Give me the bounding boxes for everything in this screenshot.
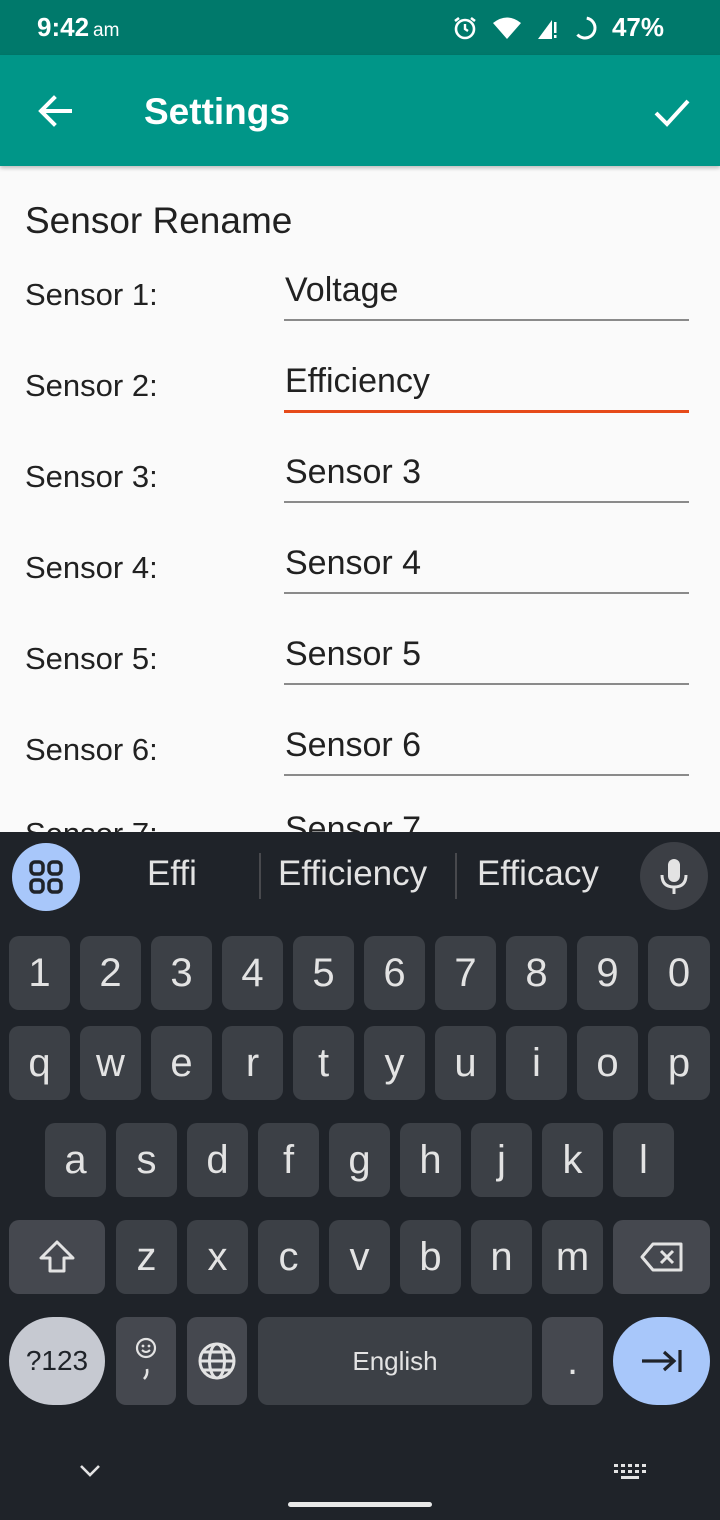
hide-keyboard-chevron-icon[interactable] bbox=[76, 1460, 104, 1480]
battery-saver-icon bbox=[573, 16, 597, 39]
status-bar: 9:42 am 47% bbox=[0, 0, 720, 55]
voice-input-button[interactable] bbox=[640, 842, 708, 910]
key-k[interactable]: k bbox=[542, 1123, 603, 1197]
language-key[interactable] bbox=[187, 1317, 247, 1405]
emoji-comma-icon bbox=[135, 1337, 157, 1380]
suggestion-1[interactable]: Effi bbox=[147, 854, 197, 894]
clock-ampm: am bbox=[93, 20, 120, 41]
backspace-key[interactable] bbox=[613, 1220, 710, 1294]
sensor-6-input[interactable]: Sensor 6 bbox=[284, 726, 689, 776]
key-j[interactable]: j bbox=[471, 1123, 532, 1197]
space-bar[interactable]: English bbox=[258, 1317, 532, 1405]
key-c[interactable]: c bbox=[258, 1220, 319, 1294]
sensor-1-label: Sensor 1: bbox=[25, 277, 158, 312]
key-w[interactable]: w bbox=[80, 1026, 141, 1100]
key-h[interactable]: h bbox=[400, 1123, 461, 1197]
app-bar: Settings bbox=[0, 55, 720, 166]
key-1[interactable]: 1 bbox=[9, 936, 70, 1010]
shift-key[interactable] bbox=[9, 1220, 105, 1294]
sensor-3-input[interactable]: Sensor 3 bbox=[284, 453, 689, 503]
emoji-comma-key[interactable] bbox=[116, 1317, 176, 1405]
soft-keyboard: Effi Efficiency Efficacy 1 2 3 4 5 6 7 8… bbox=[0, 832, 720, 1520]
sensor-6-label: Sensor 6: bbox=[25, 732, 158, 767]
key-g[interactable]: g bbox=[329, 1123, 390, 1197]
sensor-4-value: Sensor 4 bbox=[285, 544, 422, 582]
key-s[interactable]: s bbox=[116, 1123, 177, 1197]
status-icons: 47% bbox=[452, 12, 664, 43]
status-time: 9:42 am bbox=[37, 12, 119, 43]
key-m[interactable]: m bbox=[542, 1220, 603, 1294]
key-u[interactable]: u bbox=[435, 1026, 496, 1100]
sensor-6-value: Sensor 6 bbox=[285, 726, 422, 764]
key-5[interactable]: 5 bbox=[293, 936, 354, 1010]
key-t[interactable]: t bbox=[293, 1026, 354, 1100]
sensor-2-label: Sensor 2: bbox=[25, 368, 158, 403]
sensor-5-label: Sensor 5: bbox=[25, 641, 158, 676]
battery-percent: 47% bbox=[611, 12, 664, 42]
sensor-3-value: Sensor 3 bbox=[285, 453, 422, 491]
sensor-5-value: Sensor 5 bbox=[285, 635, 422, 673]
key-y[interactable]: y bbox=[364, 1026, 425, 1100]
key-f[interactable]: f bbox=[258, 1123, 319, 1197]
sensor-4-input[interactable]: Sensor 4 bbox=[284, 544, 689, 594]
key-l[interactable]: l bbox=[613, 1123, 674, 1197]
microphone-icon bbox=[660, 859, 688, 894]
key-z[interactable]: z bbox=[116, 1220, 177, 1294]
tab-next-icon bbox=[641, 1350, 682, 1372]
symbols-key[interactable]: ?123 bbox=[9, 1317, 105, 1405]
gesture-nav-handle[interactable] bbox=[288, 1502, 432, 1507]
key-7[interactable]: 7 bbox=[435, 936, 496, 1010]
globe-icon bbox=[198, 1342, 236, 1380]
sensor-1-input[interactable]: Voltage bbox=[284, 271, 689, 321]
wifi-icon bbox=[492, 17, 521, 39]
sensor-5-input[interactable]: Sensor 5 bbox=[284, 635, 689, 685]
key-q[interactable]: q bbox=[9, 1026, 70, 1100]
key-i[interactable]: i bbox=[506, 1026, 567, 1100]
key-n[interactable]: n bbox=[471, 1220, 532, 1294]
key-e[interactable]: e bbox=[151, 1026, 212, 1100]
key-3[interactable]: 3 bbox=[151, 936, 212, 1010]
sensor-3-label: Sensor 3: bbox=[25, 459, 158, 494]
page-title: Settings bbox=[144, 91, 290, 132]
key-v[interactable]: v bbox=[329, 1220, 390, 1294]
sensor-4-label: Sensor 4: bbox=[25, 550, 158, 585]
sensor-1-value: Voltage bbox=[285, 271, 399, 309]
suggestion-divider bbox=[259, 853, 261, 899]
period-key[interactable]: . bbox=[542, 1317, 603, 1405]
backspace-icon bbox=[640, 1242, 682, 1272]
suggestion-divider bbox=[455, 853, 457, 899]
key-0[interactable]: 0 bbox=[648, 936, 710, 1010]
key-6[interactable]: 6 bbox=[364, 936, 425, 1010]
key-8[interactable]: 8 bbox=[506, 936, 567, 1010]
sensor-7-label: Sensor 7: bbox=[25, 816, 158, 832]
alarm-icon bbox=[454, 16, 476, 39]
key-x[interactable]: x bbox=[187, 1220, 248, 1294]
back-arrow-icon[interactable] bbox=[32, 90, 80, 132]
signal-icon bbox=[537, 19, 557, 39]
key-o[interactable]: o bbox=[577, 1026, 638, 1100]
key-d[interactable]: d bbox=[187, 1123, 248, 1197]
key-r[interactable]: r bbox=[222, 1026, 283, 1100]
key-p[interactable]: p bbox=[648, 1026, 710, 1100]
sensor-7-value: Sensor 7 bbox=[285, 810, 422, 832]
keyboard-menu-button[interactable] bbox=[12, 843, 80, 911]
key-2[interactable]: 2 bbox=[80, 936, 141, 1010]
keyboard-switch-icon[interactable] bbox=[612, 1462, 648, 1482]
section-title: Sensor Rename bbox=[25, 200, 293, 241]
suggestion-2[interactable]: Efficiency bbox=[278, 854, 427, 894]
sensor-2-value: Efficiency bbox=[285, 362, 430, 400]
shift-icon bbox=[39, 1240, 75, 1273]
key-4[interactable]: 4 bbox=[222, 936, 283, 1010]
key-9[interactable]: 9 bbox=[577, 936, 638, 1010]
apps-grid-icon bbox=[29, 860, 63, 894]
confirm-check-icon[interactable] bbox=[648, 91, 696, 133]
settings-content: Sensor Rename Sensor 1: Voltage Sensor 2… bbox=[0, 166, 720, 832]
sensor-7-input[interactable]: Sensor 7 bbox=[284, 810, 689, 832]
key-a[interactable]: a bbox=[45, 1123, 106, 1197]
next-key[interactable] bbox=[613, 1317, 710, 1405]
key-b[interactable]: b bbox=[400, 1220, 461, 1294]
sensor-2-input[interactable]: Efficiency bbox=[284, 362, 689, 413]
clock-text: 9:42 bbox=[37, 12, 90, 42]
suggestion-3[interactable]: Efficacy bbox=[477, 854, 599, 894]
